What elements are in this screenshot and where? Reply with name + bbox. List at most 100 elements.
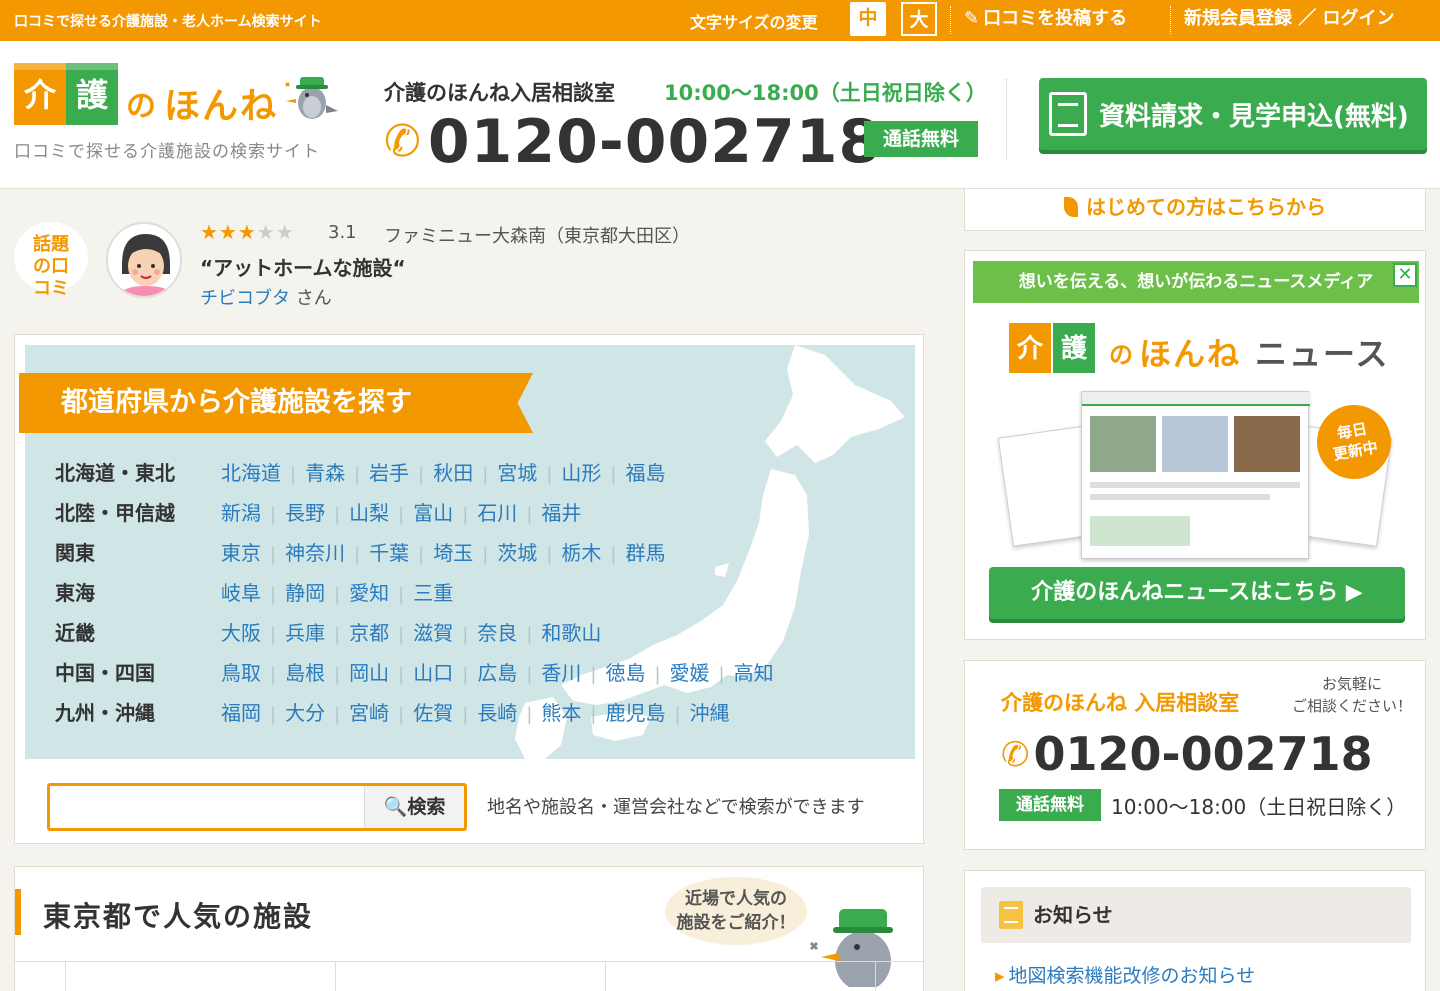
consult-phone-link[interactable]: ✆0120-002718 bbox=[1001, 727, 1373, 781]
reviewer-link[interactable]: チビコブタ bbox=[200, 288, 290, 309]
region-name: 中国・四国 bbox=[55, 661, 155, 685]
prefecture-link[interactable]: 福井 bbox=[541, 501, 581, 525]
prefecture-links: 北海道青森岩手秋田宮城山形福島 bbox=[221, 457, 665, 486]
prefecture-link[interactable]: 宮城 bbox=[497, 461, 561, 485]
prefecture-link[interactable]: 山形 bbox=[561, 461, 625, 485]
prefecture-link[interactable]: 栃木 bbox=[561, 541, 625, 565]
prefecture-link[interactable]: 新潟 bbox=[221, 501, 285, 525]
facility-link[interactable]: ファミニュー大森南（東京都大田区） bbox=[384, 222, 690, 248]
close-ad-button[interactable]: ✕ bbox=[1393, 263, 1417, 287]
prefecture-link[interactable]: 青森 bbox=[305, 461, 369, 485]
prefecture-link[interactable]: 熊本 bbox=[541, 701, 605, 725]
news-logo-honne: ほんね bbox=[1139, 335, 1242, 373]
region-name: 関東 bbox=[55, 541, 95, 565]
font-size-label: 文字サイズの変更 bbox=[690, 13, 818, 32]
search-input[interactable] bbox=[50, 786, 364, 828]
prefecture-link[interactable]: 島根 bbox=[285, 661, 349, 685]
first-time-link[interactable]: はじめての方はこちらから bbox=[964, 189, 1426, 231]
prefecture-link[interactable]: 秋田 bbox=[433, 461, 497, 485]
prefecture-link[interactable]: 東京 bbox=[221, 541, 285, 565]
prefecture-link[interactable]: 沖縄 bbox=[690, 701, 730, 725]
phone-number: 0120-002718 bbox=[427, 107, 882, 177]
prefecture-link[interactable]: 長崎 bbox=[477, 701, 541, 725]
news-logo-news: ニュース bbox=[1255, 335, 1390, 373]
prefecture-link[interactable]: 愛媛 bbox=[670, 661, 734, 685]
popular-note-bubble: 近場で人気の 施設をご紹介！ bbox=[665, 877, 807, 945]
document-icon bbox=[1049, 92, 1087, 136]
post-review-label: 口コミを投稿する bbox=[983, 8, 1128, 29]
prefecture-link[interactable]: 兵庫 bbox=[285, 621, 349, 645]
logo-kanji-kai: 介 bbox=[14, 62, 66, 125]
phone-icon: ✆ bbox=[384, 116, 422, 167]
logo-honne: ほんね bbox=[164, 86, 279, 127]
prefecture-link[interactable]: 静岡 bbox=[285, 581, 349, 605]
prefecture-link[interactable]: 千葉 bbox=[369, 541, 433, 565]
prefecture-link[interactable]: 京都 bbox=[349, 621, 413, 645]
consult-title: 介護のほんね 入居相談室 bbox=[1001, 691, 1240, 715]
phone-number-link[interactable]: ✆ 0120-002718 bbox=[384, 107, 881, 177]
consult-bubble: お気軽に ご相談ください！ bbox=[1281, 673, 1423, 729]
prefecture-link[interactable]: 山口 bbox=[413, 661, 477, 685]
prefecture-link[interactable]: 福島 bbox=[625, 461, 665, 485]
prefecture-link[interactable]: 岡山 bbox=[349, 661, 413, 685]
prefecture-link[interactable]: 埼玉 bbox=[433, 541, 497, 565]
request-documents-button[interactable]: 資料請求・見学申込(無料) bbox=[1039, 78, 1427, 150]
prefecture-link[interactable]: 茨城 bbox=[497, 541, 561, 565]
prefecture-link[interactable]: 岩手 bbox=[369, 461, 433, 485]
bird-mascot-icon bbox=[285, 77, 338, 119]
prefecture-link[interactable]: 鹿児島 bbox=[605, 701, 689, 725]
register-login-link[interactable]: 新規会員登録 ／ ログイン bbox=[1184, 4, 1395, 30]
prefecture-link[interactable]: 福岡 bbox=[221, 701, 285, 725]
prefecture-link[interactable]: 長野 bbox=[285, 501, 349, 525]
title-accent bbox=[15, 889, 21, 935]
search-button[interactable]: 🔍検索 bbox=[364, 786, 464, 828]
prefecture-link[interactable]: 滋賀 bbox=[413, 621, 477, 645]
prefecture-link[interactable]: 広島 bbox=[477, 661, 541, 685]
prefecture-link[interactable]: 北海道 bbox=[221, 461, 305, 485]
note-line-2: 施設をご紹介！ bbox=[676, 913, 796, 933]
prefecture-link[interactable]: 徳島 bbox=[605, 661, 669, 685]
prefecture-link[interactable]: 群馬 bbox=[625, 541, 665, 565]
phone-icon: ✆ bbox=[1001, 735, 1030, 775]
prefecture-link[interactable]: 宮崎 bbox=[349, 701, 413, 725]
search-hint: 地名や施設名・運営会社などで検索ができます bbox=[487, 797, 865, 818]
divider bbox=[950, 6, 951, 34]
news-media-ad: 想いを伝える、想いが伝わるニュースメディア ✕ 介 護 の ほんね ニュース 毎… bbox=[964, 250, 1426, 640]
honorific: さん bbox=[295, 288, 332, 309]
contact-title: 介護のほんね入居相談室 bbox=[384, 81, 615, 105]
notice-item[interactable]: 地図検索機能改修のお知らせ bbox=[995, 961, 1256, 988]
region-name: 近畿 bbox=[55, 621, 95, 645]
beginner-mark-icon bbox=[1064, 197, 1078, 217]
prefecture-link[interactable]: 愛知 bbox=[349, 581, 413, 605]
facility-search-box: 🔍検索 bbox=[47, 783, 467, 831]
prefecture-link[interactable]: 大分 bbox=[285, 701, 349, 725]
prefecture-link[interactable]: 香川 bbox=[541, 661, 605, 685]
prefecture-link[interactable]: 鳥取 bbox=[221, 661, 285, 685]
consult-hours: 10:00〜18:00（土日祝日除く） bbox=[1111, 795, 1407, 819]
prefecture-links: 新潟長野山梨富山石川福井 bbox=[221, 497, 581, 526]
prefecture-link[interactable]: 石川 bbox=[477, 501, 541, 525]
font-size-medium-button[interactable]: 中 bbox=[850, 2, 886, 36]
site-logo[interactable]: 介 護 の ほんね 口コミで探せる介護施設の検索サイト bbox=[14, 62, 344, 163]
prefecture-link[interactable]: 岐阜 bbox=[221, 581, 285, 605]
prefecture-link[interactable]: 佐賀 bbox=[413, 701, 477, 725]
facility-columns bbox=[15, 961, 925, 991]
region-name: 北陸・甲信越 bbox=[55, 501, 175, 525]
prefecture-link[interactable]: 山梨 bbox=[349, 501, 413, 525]
region-name: 東海 bbox=[55, 581, 95, 605]
prefecture-link[interactable]: 大阪 bbox=[221, 621, 285, 645]
prefecture-link[interactable]: 神奈川 bbox=[285, 541, 369, 565]
review-quote[interactable]: “アットホームな施設“ bbox=[200, 252, 406, 281]
notice-title: お知らせ bbox=[1033, 903, 1113, 927]
prefecture-link[interactable]: 富山 bbox=[413, 501, 477, 525]
prefecture-link[interactable]: 三重 bbox=[413, 581, 453, 605]
prefecture-link[interactable]: 奈良 bbox=[477, 621, 541, 645]
free-call-badge: 通話無料 bbox=[864, 121, 978, 157]
post-review-link[interactable]: ✎ 口コミを投稿する bbox=[964, 4, 1127, 30]
prefecture-links: 鳥取島根岡山山口広島香川徳島愛媛高知 bbox=[221, 657, 774, 686]
prefecture-link[interactable]: 和歌山 bbox=[541, 621, 601, 645]
news-site-button[interactable]: 介護のほんねニュースはこちら ▶ bbox=[989, 567, 1405, 619]
divider bbox=[1170, 6, 1171, 34]
prefecture-link[interactable]: 高知 bbox=[734, 661, 774, 685]
font-size-large-button[interactable]: 大 bbox=[901, 2, 937, 36]
